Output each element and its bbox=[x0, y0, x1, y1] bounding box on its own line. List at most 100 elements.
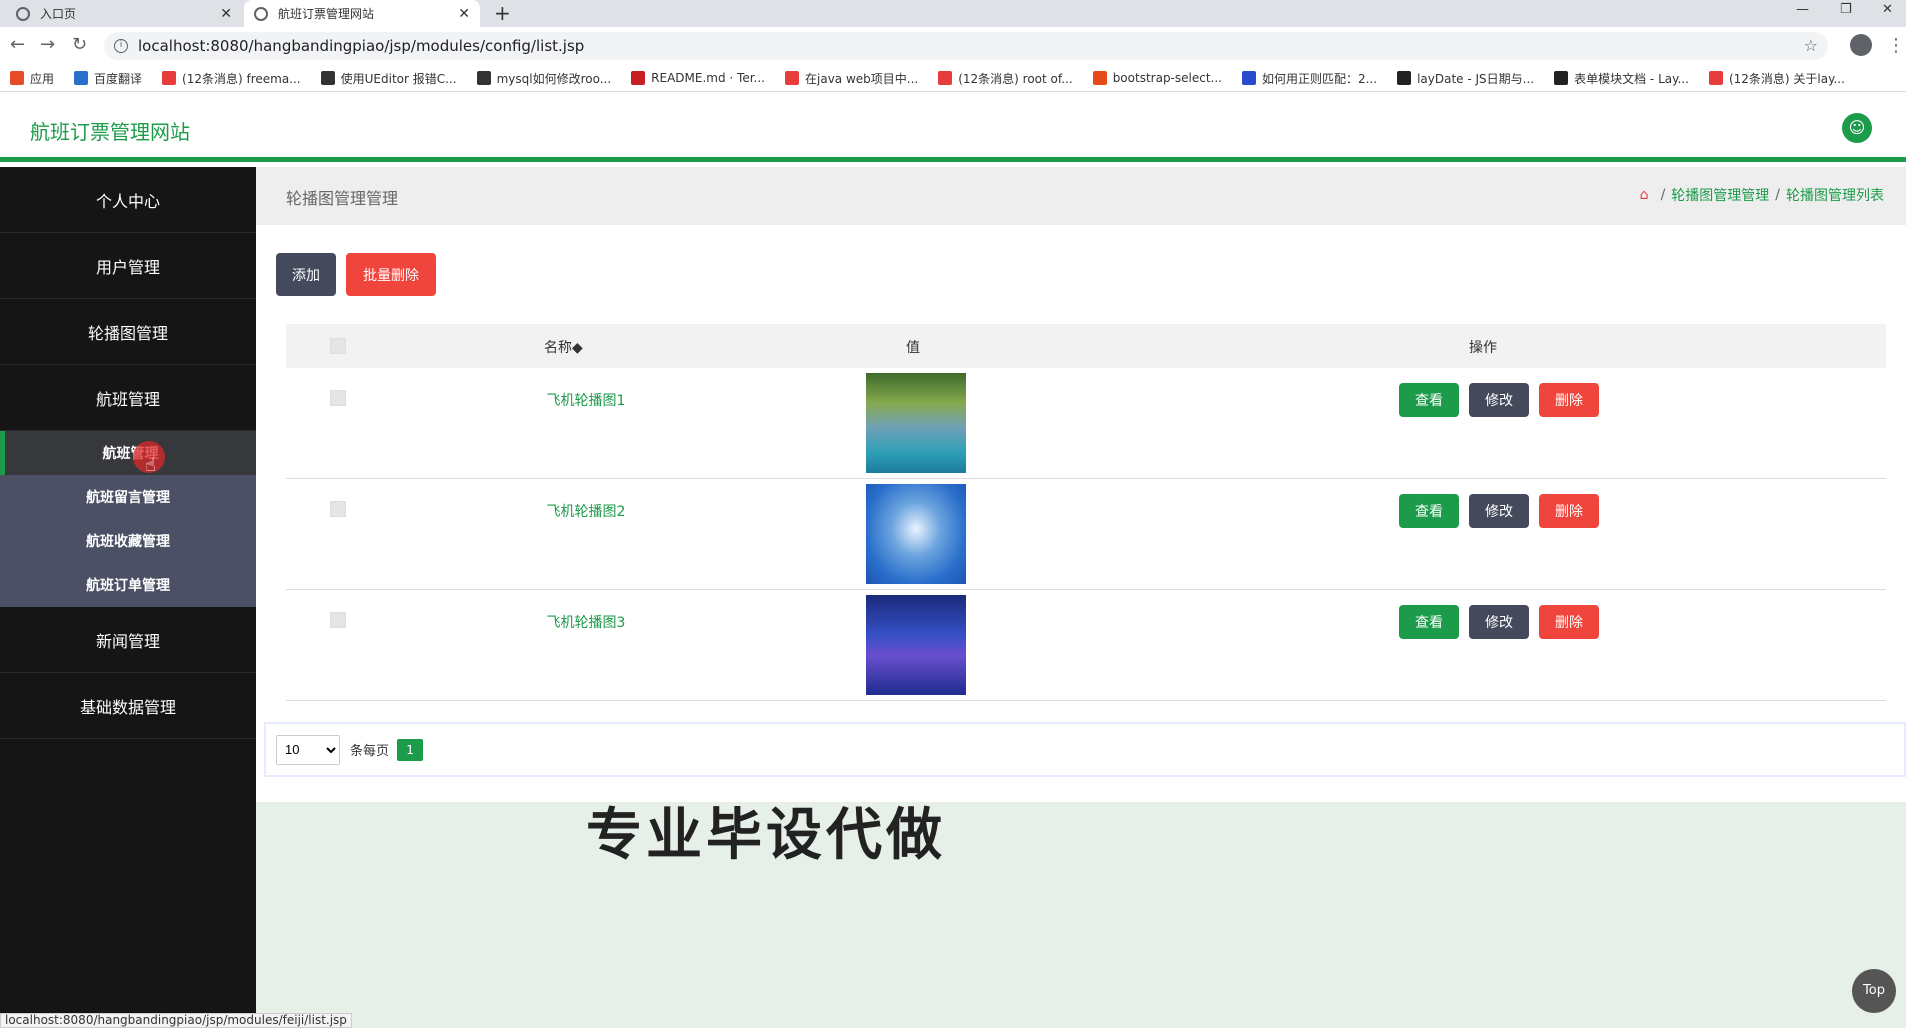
bookmark-item[interactable]: README.md · Ter... bbox=[631, 71, 765, 85]
browser-tab-active[interactable]: 航班订票管理网站 ✕ bbox=[244, 0, 480, 27]
site-header: 航班订票管理网站 ☺ bbox=[0, 92, 1906, 162]
bookmark-label: 在java web项目中... bbox=[805, 71, 919, 86]
main-content: 轮播图管理管理 ⌂ / 轮播图管理管理 / 轮播图管理列表 添加 批量删除 名称… bbox=[256, 167, 1906, 1028]
bookmark-favicon-icon bbox=[1092, 71, 1107, 85]
bookmark-favicon-icon bbox=[938, 71, 953, 85]
bookmark-favicon-icon bbox=[320, 71, 335, 85]
bookmark-label: bootstrap-select... bbox=[1112, 71, 1222, 85]
sidebar: 个人中心 用户管理 轮播图管理 航班管理 航班管理 ☝ 航班留言管理 航班收藏管… bbox=[0, 167, 256, 1028]
row-checkbox[interactable] bbox=[330, 390, 346, 406]
view-button[interactable]: 查看 bbox=[1399, 605, 1459, 639]
page-number-button[interactable]: 1 bbox=[397, 738, 424, 761]
row-name[interactable]: 飞机轮播图3 bbox=[526, 612, 646, 632]
breadcrumb: ⌂ / 轮播图管理管理 / 轮播图管理列表 bbox=[1640, 185, 1884, 205]
row-name[interactable]: 飞机轮播图1 bbox=[526, 390, 646, 410]
bookmark-label: 百度翻译 bbox=[94, 71, 143, 86]
bookmark-label: (12条消息) freema... bbox=[182, 71, 301, 86]
edit-button[interactable]: 修改 bbox=[1469, 494, 1529, 528]
bulk-delete-button[interactable]: 批量删除 bbox=[346, 253, 436, 296]
forward-icon[interactable]: → bbox=[40, 34, 55, 55]
bookmark-favicon-icon bbox=[1397, 71, 1412, 85]
sidebar-item-personal-center[interactable]: 个人中心 bbox=[0, 167, 256, 233]
user-icon[interactable]: ☺ bbox=[1842, 113, 1872, 143]
sidebar-item-news[interactable]: 新闻管理 bbox=[0, 607, 256, 673]
view-button[interactable]: 查看 bbox=[1399, 383, 1459, 417]
edit-button[interactable]: 修改 bbox=[1469, 383, 1529, 417]
bookmark-item[interactable]: bootstrap-select... bbox=[1092, 71, 1222, 85]
close-icon[interactable]: ✕ bbox=[220, 6, 232, 22]
delete-button[interactable]: 删除 bbox=[1539, 383, 1599, 417]
back-icon[interactable]: ← bbox=[10, 34, 25, 55]
bookmark-item[interactable]: (12条消息) freema... bbox=[162, 70, 301, 87]
bookmark-label: README.md · Ter... bbox=[651, 71, 765, 85]
info-icon[interactable]: i bbox=[114, 39, 128, 53]
bookmark-star-icon[interactable]: ☆ bbox=[1804, 36, 1818, 55]
column-header-name[interactable]: 名称◆ bbox=[544, 337, 583, 357]
sidebar-item-carousel[interactable]: 轮播图管理 bbox=[0, 299, 256, 365]
back-to-top-button[interactable]: Top bbox=[1852, 969, 1896, 1013]
bookmark-favicon-icon bbox=[631, 71, 646, 85]
menu-kebab-icon[interactable]: ⋮ bbox=[1887, 35, 1905, 56]
table-row: 飞机轮播图1 查看 修改 删除 bbox=[286, 368, 1886, 479]
restore-icon[interactable]: ❐ bbox=[1840, 2, 1852, 17]
bookmark-item[interactable]: 百度翻译 bbox=[74, 70, 142, 87]
minimize-icon[interactable]: — bbox=[1796, 2, 1809, 17]
per-page-label: 条每页 bbox=[350, 744, 390, 759]
browser-tab-entry[interactable]: 入口页 ✕ bbox=[6, 0, 242, 27]
tab-label: 入口页 bbox=[40, 7, 77, 21]
bookmark-favicon-icon bbox=[1554, 71, 1569, 85]
reload-icon[interactable]: ↻ bbox=[72, 34, 87, 55]
sidebar-subitem-flight-orders[interactable]: 航班订单管理 bbox=[0, 563, 256, 607]
row-checkbox[interactable] bbox=[330, 501, 346, 517]
close-icon[interactable]: ✕ bbox=[458, 6, 470, 22]
bookmark-item[interactable]: (12条消息) 关于lay... bbox=[1708, 70, 1845, 87]
add-button[interactable]: 添加 bbox=[276, 253, 336, 296]
bookmark-item[interactable]: 表单模块文档 - Lay... bbox=[1554, 70, 1689, 87]
bookmark-label: 使用UEditor 报错C... bbox=[340, 71, 457, 86]
url-field[interactable]: i localhost:8080/hangbandingpiao/jsp/mod… bbox=[104, 32, 1828, 60]
bookmark-favicon-icon bbox=[10, 71, 24, 85]
window-close-icon[interactable]: ✕ bbox=[1882, 2, 1893, 17]
bookmark-item[interactable]: (12条消息) root of... bbox=[938, 70, 1073, 87]
table-header: 名称◆ 值 操作 bbox=[286, 324, 1886, 368]
bookmark-label: layDate - JS日期与... bbox=[1417, 71, 1535, 86]
breadcrumb-item[interactable]: 轮播图管理列表 bbox=[1786, 185, 1884, 205]
hand-cursor-icon: ☝ bbox=[145, 455, 156, 476]
row-name[interactable]: 飞机轮播图2 bbox=[526, 501, 646, 521]
sidebar-item-users[interactable]: 用户管理 bbox=[0, 233, 256, 299]
home-icon[interactable]: ⌂ bbox=[1640, 187, 1649, 203]
new-tab-icon[interactable]: + bbox=[494, 1, 511, 25]
bookmark-favicon-icon bbox=[1241, 71, 1256, 85]
bookmark-item[interactable]: 如何用正则匹配：2... bbox=[1241, 70, 1377, 87]
row-actions: 查看 修改 删除 bbox=[1399, 494, 1599, 528]
sidebar-item-base-data[interactable]: 基础数据管理 bbox=[0, 673, 256, 739]
status-bar-url: localhost:8080/hangbandingpiao/jsp/modul… bbox=[0, 1013, 352, 1028]
bookmark-item[interactable]: 应用 bbox=[10, 70, 54, 87]
breadcrumb-item[interactable]: 轮播图管理管理 bbox=[1671, 185, 1769, 205]
bookmark-favicon-icon bbox=[74, 71, 89, 85]
site-brand[interactable]: 航班订票管理网站 bbox=[30, 116, 190, 145]
edit-button[interactable]: 修改 bbox=[1469, 605, 1529, 639]
row-actions: 查看 修改 删除 bbox=[1399, 383, 1599, 417]
profile-icon[interactable] bbox=[1850, 34, 1872, 56]
carousel-image bbox=[866, 373, 966, 473]
bookmark-item[interactable]: mysql如何修改roo... bbox=[476, 70, 611, 87]
carousel-image bbox=[866, 484, 966, 584]
bookmark-item[interactable]: 使用UEditor 报错C... bbox=[320, 70, 457, 87]
site-icon bbox=[254, 6, 268, 21]
delete-button[interactable]: 删除 bbox=[1539, 494, 1599, 528]
sidebar-subitem-flight-messages[interactable]: 航班留言管理 bbox=[0, 475, 256, 519]
bookmark-favicon-icon bbox=[785, 71, 799, 85]
sidebar-item-flights[interactable]: 航班管理 bbox=[0, 365, 256, 431]
row-checkbox[interactable] bbox=[330, 612, 346, 628]
page-size-select[interactable]: 10 bbox=[276, 734, 340, 765]
bookmark-item[interactable]: 在java web项目中... bbox=[785, 70, 918, 87]
view-button[interactable]: 查看 bbox=[1399, 494, 1459, 528]
select-all-checkbox[interactable] bbox=[330, 338, 346, 354]
sidebar-subitem-flight-manage[interactable]: 航班管理 ☝ bbox=[0, 431, 256, 476]
globe-icon bbox=[16, 6, 30, 21]
bookmark-label: (12条消息) 关于lay... bbox=[1728, 71, 1845, 86]
sidebar-subitem-flight-favorites[interactable]: 航班收藏管理 bbox=[0, 519, 256, 563]
delete-button[interactable]: 删除 bbox=[1539, 605, 1599, 639]
bookmark-item[interactable]: layDate - JS日期与... bbox=[1397, 70, 1534, 87]
